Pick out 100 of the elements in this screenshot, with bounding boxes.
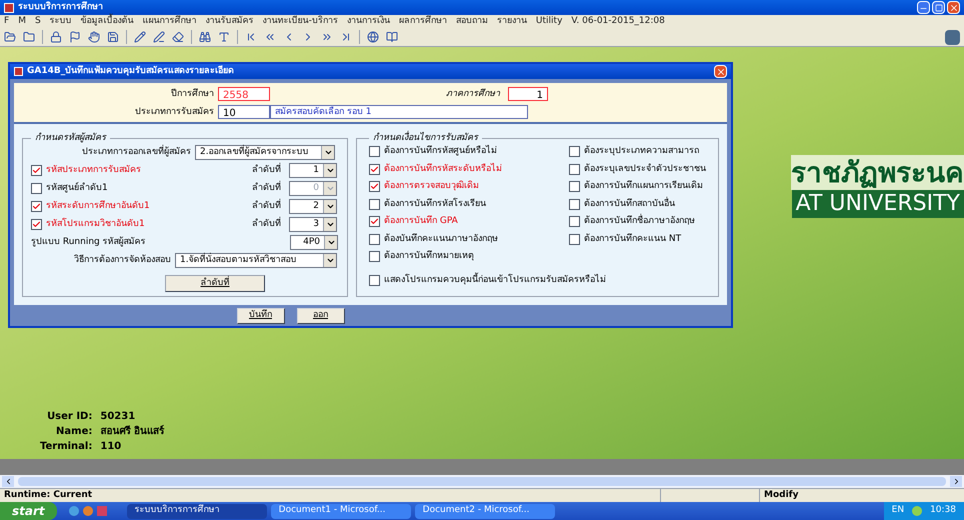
field-label: ประเภทการออกเลขที่ผู้สมัคร bbox=[81, 146, 191, 159]
checkbox[interactable] bbox=[569, 234, 580, 245]
clock: 10:38 bbox=[930, 504, 956, 518]
checkbox[interactable] bbox=[369, 234, 380, 245]
rewind-icon[interactable] bbox=[264, 31, 276, 43]
check-icon bbox=[32, 166, 41, 176]
pencil-icon[interactable] bbox=[134, 31, 146, 43]
checkbox-label: รหัสระดับการศึกษาอันดับ1 bbox=[46, 200, 150, 213]
taskbar-button[interactable]: Document2 - Microsof... bbox=[414, 504, 555, 518]
dialog-icon bbox=[14, 67, 23, 76]
dialog-button[interactable]: บันทึก bbox=[236, 308, 284, 324]
checkbox[interactable] bbox=[369, 146, 380, 158]
checkbox-label: ต้องการบันทึกชื่อภาษาอังกฤษ bbox=[584, 215, 695, 229]
user-avatar-icon bbox=[945, 30, 960, 44]
checkbox[interactable] bbox=[31, 201, 42, 212]
user-info-label: User ID: bbox=[46, 410, 92, 424]
checkbox-label: รหัสประเภทการรับสมัคร bbox=[46, 164, 141, 177]
first-record-icon[interactable] bbox=[245, 31, 257, 43]
checkbox[interactable] bbox=[31, 219, 42, 230]
field-label: ประเภทการรับสมัคร bbox=[134, 106, 215, 118]
checkbox[interactable] bbox=[369, 251, 380, 262]
checkbox[interactable] bbox=[569, 164, 580, 175]
field-label: ลำดับที่ bbox=[251, 182, 282, 195]
menu-item[interactable]: S bbox=[34, 14, 41, 28]
year-field[interactable]: 2558 bbox=[218, 87, 270, 102]
hand-icon[interactable] bbox=[88, 31, 100, 43]
binoculars-icon[interactable] bbox=[199, 31, 211, 43]
horizontal-scrollbar[interactable] bbox=[0, 475, 964, 488]
checkbox[interactable] bbox=[369, 216, 380, 228]
start-button[interactable]: start bbox=[0, 502, 57, 520]
user-info-value: 110 bbox=[100, 440, 122, 454]
last-record-icon[interactable] bbox=[340, 31, 352, 43]
checkbox-label: รหัสศูนย์ลำดับ1 bbox=[46, 182, 108, 195]
checkbox-label: ต้องการบันทึกแผนการเรียนเดิม bbox=[584, 180, 703, 194]
taskbar-button[interactable]: Document1 - Microsof... bbox=[270, 504, 411, 518]
room-method-dropdown[interactable]: 1.จัดที่นั่งสอบตามรหัสวิชาสอบ bbox=[175, 253, 337, 268]
checkbox[interactable] bbox=[569, 216, 580, 228]
menu-item[interactable]: ผลการศึกษา bbox=[398, 14, 447, 28]
globe-icon[interactable] bbox=[367, 31, 379, 43]
menu-item[interactable]: งานรับสมัคร bbox=[206, 14, 254, 28]
menu-item[interactable]: แผนการศึกษา bbox=[142, 14, 197, 28]
checkbox-label: ต้องบันทึกคะแนนภาษาอังกฤษ bbox=[384, 232, 498, 246]
menu-item[interactable]: ระบบ bbox=[50, 14, 72, 28]
order-dropdown[interactable]: 1 bbox=[289, 163, 337, 178]
lock-icon[interactable] bbox=[50, 31, 62, 43]
checkbox[interactable] bbox=[569, 198, 580, 210]
minimize-button[interactable] bbox=[917, 1, 930, 14]
menu-item[interactable]: Utility bbox=[536, 14, 562, 28]
menu-item[interactable]: ข้อมูลเบื้องต้น bbox=[80, 14, 134, 28]
checkbox[interactable] bbox=[369, 274, 380, 286]
eraser-icon[interactable] bbox=[172, 31, 184, 43]
flag-icon[interactable] bbox=[69, 31, 81, 43]
issue-type-dropdown[interactable]: 2.ออกเลขที่ผู้สมัครจากระบบ bbox=[195, 145, 335, 160]
checkbox-label: ต้องการบันทึกหมายเหตุ bbox=[384, 250, 474, 264]
checkbox[interactable] bbox=[369, 198, 380, 210]
taskbar-button[interactable]: ระบบบริการการศึกษา bbox=[126, 504, 267, 518]
order-dropdown[interactable]: 3 bbox=[289, 217, 337, 232]
save-icon[interactable] bbox=[107, 31, 119, 43]
banner-text: AT UNIVERSITY bbox=[792, 190, 964, 218]
checkbox-label: ต้องการบันทึกรหัสระดับหรือไม่ bbox=[384, 162, 502, 176]
status-mode: Modify bbox=[763, 488, 800, 502]
menu-item[interactable]: รายงาน bbox=[496, 14, 527, 28]
maximize-button[interactable] bbox=[932, 1, 945, 14]
text-icon[interactable] bbox=[218, 31, 230, 43]
field-label: ลำดับที่ bbox=[251, 164, 282, 177]
app-icon bbox=[4, 2, 14, 12]
checkbox[interactable] bbox=[369, 181, 380, 192]
language-indicator[interactable]: EN bbox=[892, 504, 904, 518]
checkbox[interactable] bbox=[569, 181, 580, 192]
version-label: V. 06-01-2015_12:08 bbox=[571, 14, 665, 28]
user-info-value: 50231 bbox=[100, 410, 136, 424]
dialog-button[interactable]: ออก bbox=[296, 308, 344, 324]
term-field[interactable]: 1 bbox=[508, 87, 548, 102]
menu-item[interactable]: งานทะเบียน-บริการ bbox=[262, 14, 338, 28]
type-code-field[interactable]: 10 bbox=[218, 105, 270, 120]
checkbox-label: ต้องการบันทึกสถาบันอื่น bbox=[584, 198, 675, 211]
folder-icon[interactable] bbox=[23, 31, 35, 43]
folder-open-icon[interactable] bbox=[4, 31, 16, 43]
menu-item[interactable]: งานการเงิน bbox=[346, 14, 390, 28]
menu-item[interactable]: M bbox=[18, 14, 26, 28]
order-dropdown[interactable]: 2 bbox=[289, 199, 337, 214]
fast-forward-icon[interactable] bbox=[321, 31, 333, 43]
checkbox-label: ต้องการบันทึก GPA bbox=[384, 215, 458, 228]
checkbox[interactable] bbox=[31, 165, 42, 176]
checkbox-label: ต้องการบันทึกรหัสศูนย์หรือไม่ bbox=[384, 145, 497, 158]
book-icon[interactable] bbox=[386, 31, 398, 43]
checkbox[interactable] bbox=[369, 164, 380, 175]
menu-item[interactable]: F bbox=[4, 14, 10, 28]
field-label: ภาคการศึกษา bbox=[445, 88, 501, 100]
checkbox-label: แสดงโปรแกรมควบคุมนี้ก่อนเข้าโปรแกรมรับสมัครหรือไม่ bbox=[384, 274, 606, 287]
pen-icon[interactable] bbox=[153, 31, 165, 43]
maximize-icon[interactable] bbox=[934, 4, 942, 12]
scroll-thumb[interactable] bbox=[18, 477, 946, 486]
menu-item[interactable]: สอบถาม bbox=[456, 14, 488, 28]
field-label: ลำดับที่ bbox=[251, 218, 282, 231]
running-format-dropdown[interactable]: 4P0 bbox=[290, 235, 338, 250]
checkbox[interactable] bbox=[569, 146, 580, 158]
order-button[interactable]: ลำดับที่ bbox=[165, 275, 265, 292]
checkbox-label: ต้องระบุเลขประจำตัวประชาชน bbox=[584, 162, 706, 176]
type-name-field[interactable]: สมัครสอบคัดเลือก รอบ 1 bbox=[270, 105, 528, 120]
